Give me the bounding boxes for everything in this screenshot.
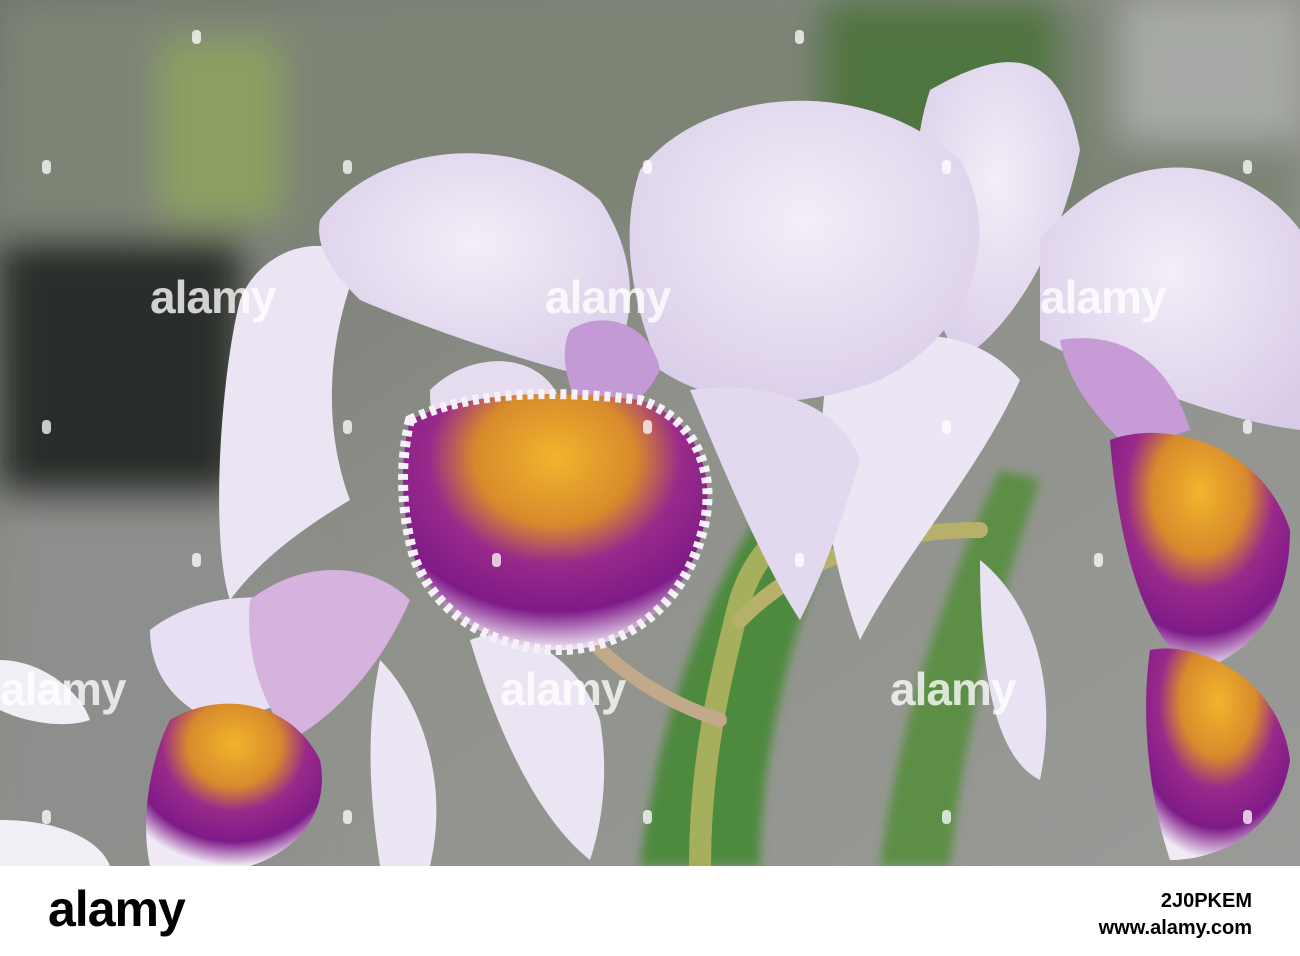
footer-bar: alamy 2J0PKEM www.alamy.com [0,866,1300,956]
alamy-logo: alamy [48,881,186,937]
orchid-photo: alamy alamy alamy alamy alamy alamy [0,0,1300,866]
image-id-block: 2J0PKEM www.alamy.com [1099,888,1252,942]
orchid-illustration [0,0,1300,866]
stock-photo-frame: alamy alamy alamy alamy alamy alamy alam… [0,0,1300,956]
image-id: 2J0PKEM [1160,890,1252,912]
site-url: www.alamy.com [1098,917,1252,939]
